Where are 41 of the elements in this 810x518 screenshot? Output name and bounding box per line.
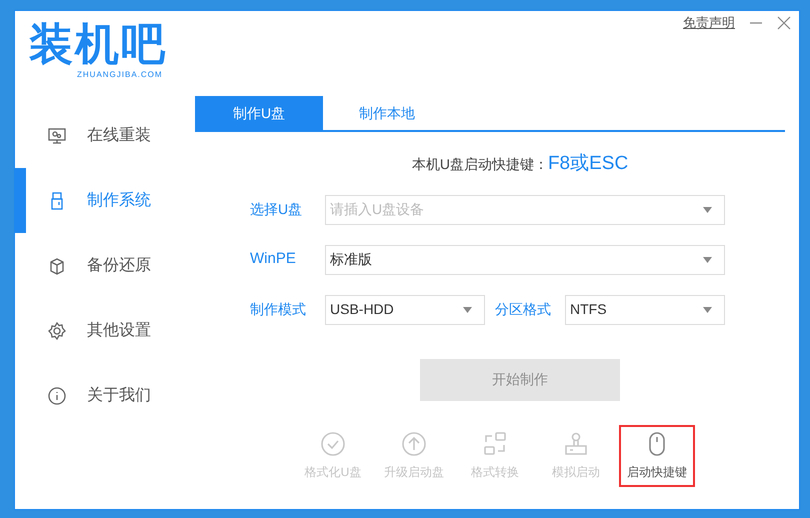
field-label: 选择U盘 xyxy=(250,200,304,219)
disclaimer-link[interactable]: 免责声明 xyxy=(683,13,735,32)
dropdown-caret-icon xyxy=(703,256,712,262)
hotkey-value: F8或ESC xyxy=(548,152,628,176)
up-arrow-circle-icon xyxy=(401,430,427,456)
stamp-icon xyxy=(563,430,589,456)
check-circle-icon xyxy=(320,430,346,456)
sidebar-label: 关于我们 xyxy=(87,386,151,406)
hotkey-label: 本机U盘启动快捷键： xyxy=(412,154,548,174)
dropdown-value: NTFS xyxy=(570,300,607,319)
tool-button[interactable]: 启动快捷键 xyxy=(619,424,695,486)
dropdown-caret-icon xyxy=(703,206,712,212)
field-label: 分区格式 xyxy=(494,300,552,319)
field-label: WinPE xyxy=(250,249,297,270)
logo-subtitle: ZHUANGJIBA.COM xyxy=(76,69,164,81)
logo-text: 装机吧 xyxy=(29,21,167,69)
convert-icon xyxy=(482,430,508,456)
dropdown-field[interactable]: 标准版 xyxy=(325,244,725,274)
sidebar-item[interactable]: 备份还原 xyxy=(15,233,195,298)
dropdown-caret-icon xyxy=(703,306,712,312)
dropdown-caret-icon xyxy=(463,306,472,312)
field-label: 制作模式 xyxy=(250,300,307,319)
sidebar-label: 在线重装 xyxy=(87,126,151,146)
settings-icon xyxy=(47,320,67,340)
dropdown-value: USB-HDD xyxy=(330,300,394,319)
monitor-icon xyxy=(47,126,67,146)
dropdown-field[interactable]: NTFS xyxy=(565,294,725,324)
sidebar-label: 其他设置 xyxy=(87,320,151,340)
sidebar-label: 制作系统 xyxy=(87,190,151,210)
close-icon[interactable] xyxy=(777,16,791,30)
dropdown-value: 标准版 xyxy=(330,250,372,269)
tab[interactable]: 制作U盘 xyxy=(195,96,323,130)
sidebar-item[interactable]: 在线重装 xyxy=(15,103,195,168)
sidebar-label: 备份还原 xyxy=(87,256,151,276)
tab[interactable]: 制作本地 xyxy=(323,96,451,130)
sidebar-item[interactable]: 其他设置 xyxy=(15,298,195,363)
sidebar-item[interactable]: 制作系统 xyxy=(15,168,195,233)
sidebar-item[interactable]: 关于我们 xyxy=(15,363,195,428)
dropdown-placeholder: 请插入U盘设备 xyxy=(330,200,424,219)
dropdown-field[interactable]: USB-HDD xyxy=(325,294,485,324)
info-icon xyxy=(47,386,67,406)
